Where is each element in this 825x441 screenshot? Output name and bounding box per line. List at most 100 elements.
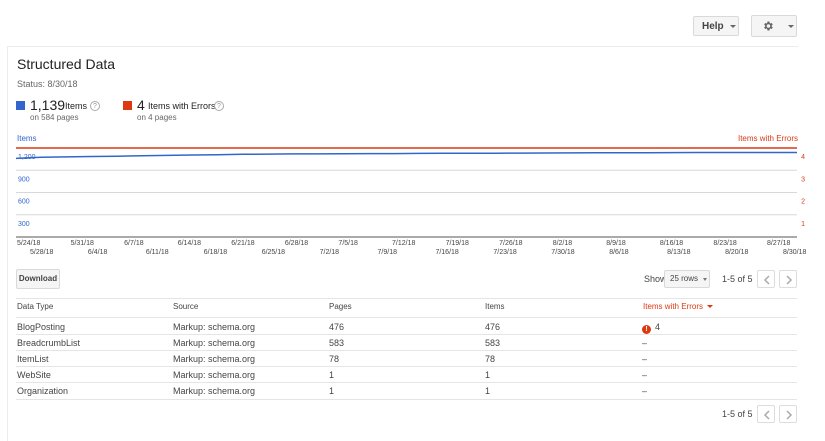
x-tick-label: 8/30/18 (783, 249, 806, 256)
y-left-tick-label: 300 (18, 221, 30, 228)
table-header-border (16, 317, 797, 318)
prev-page-button[interactable] (757, 270, 775, 288)
items-series-line (15, 151, 797, 160)
row-source: Markup: schema.org (173, 370, 256, 380)
row-pages: 583 (329, 338, 345, 348)
row-items: 78 (485, 354, 496, 364)
row-source: Markup: schema.org (173, 354, 256, 364)
x-tick-label: 8/13/18 (667, 249, 690, 256)
row-pages: 476 (329, 322, 345, 332)
chevron-right-icon (786, 275, 793, 285)
x-tick-label: 7/30/18 (551, 249, 574, 256)
top-bar: Help (0, 0, 825, 46)
help-button[interactable]: Help (693, 16, 739, 36)
x-tick-label: 6/14/18 (178, 240, 201, 247)
x-tick-label: 7/5/18 (338, 240, 358, 247)
x-tick-label: 7/2/18 (320, 249, 340, 256)
x-tick-label: 8/20/18 (725, 249, 748, 256)
status-text: Status: 8/30/18 (17, 79, 78, 89)
x-tick-label: 8/9/18 (606, 240, 626, 247)
x-tick-label: 8/6/18 (609, 249, 629, 256)
settings-button[interactable] (751, 15, 797, 37)
y-right-tick-label: 1 (801, 221, 805, 228)
header-data-type[interactable]: Data Type (17, 302, 53, 311)
row-errors: – (642, 354, 648, 364)
chevron-left-icon (763, 275, 770, 285)
page-range-bottom: 1-5 of 5 (722, 409, 753, 419)
items-sub: on 584 pages (30, 113, 79, 122)
table-row-border (16, 382, 797, 383)
rows-per-page-select[interactable]: 25 rows (664, 270, 710, 288)
header-source[interactable]: Source (173, 302, 198, 311)
table-row-border (16, 350, 797, 351)
table-bottom-border (16, 399, 797, 400)
x-tick-label: 6/18/18 (204, 249, 227, 256)
page-title: Structured Data (17, 56, 116, 72)
sort-desc-icon (707, 305, 714, 309)
x-tick-label: 8/23/18 (713, 240, 736, 247)
gear-icon (764, 21, 773, 31)
row-data-type[interactable]: BreadcrumbList (17, 338, 80, 348)
row-items: 1 (485, 386, 491, 396)
row-items: 476 (485, 322, 501, 332)
y-left-tick-label: 900 (18, 176, 30, 183)
next-page-button[interactable] (779, 405, 797, 423)
table-top-border (16, 298, 797, 299)
row-source: Markup: schema.org (173, 322, 256, 332)
header-pages[interactable]: Pages (329, 302, 352, 311)
row-data-type[interactable]: ItemList (17, 354, 49, 364)
help-icon[interactable]: ? (90, 101, 100, 111)
row-errors: – (642, 386, 648, 396)
help-button-label: Help (702, 21, 724, 32)
row-data-type[interactable]: BlogPosting (17, 322, 65, 332)
items-count: 1,139 (30, 97, 66, 113)
rows-per-page-value: 25 rows (670, 274, 699, 283)
table-row-border (16, 334, 797, 335)
row-errors-count: 4 (655, 322, 661, 332)
x-tick-label: 7/23/18 (493, 249, 516, 256)
x-tick-label: 6/11/18 (146, 249, 169, 256)
errors-count: 4 (137, 97, 145, 113)
row-source: Markup: schema.org (173, 338, 256, 348)
row-data-type[interactable]: WebSite (17, 370, 51, 380)
row-pages: 1 (329, 370, 335, 380)
y-right-tick-label: 3 (801, 176, 805, 183)
chevron-down-icon (788, 25, 794, 28)
header-items[interactable]: Items (485, 302, 505, 311)
x-tick-label: 5/24/18 (17, 240, 40, 247)
x-tick-label: 6/7/18 (124, 240, 144, 247)
x-tick-label: 6/28/18 (285, 240, 308, 247)
errors-sub: on 4 pages (137, 113, 177, 122)
y-right-tick-label: 2 (801, 199, 805, 206)
x-tick-label: 5/28/18 (30, 249, 53, 256)
x-tick-label: 7/16/18 (435, 249, 458, 256)
table-row-border (16, 366, 797, 367)
x-tick-label: 8/27/18 (767, 240, 790, 247)
help-icon[interactable]: ? (214, 101, 224, 111)
x-tick-label: 7/9/18 (378, 249, 398, 256)
items-swatch[interactable] (16, 101, 25, 110)
y-right-tick-label: 4 (801, 154, 805, 161)
x-tick-label: 7/26/18 (499, 240, 522, 247)
row-errors: ! 4 (642, 322, 660, 334)
row-pages: 1 (329, 386, 335, 396)
x-tick-label: 8/16/18 (660, 240, 683, 247)
row-items: 1 (485, 370, 491, 380)
row-errors: – (642, 338, 648, 348)
next-page-button[interactable] (779, 270, 797, 288)
chevron-down-icon (703, 278, 707, 281)
prev-page-button[interactable] (757, 405, 775, 423)
row-data-type[interactable]: Organization (17, 386, 68, 396)
x-tick-label: 6/4/18 (88, 249, 108, 256)
header-items-with-errors[interactable]: Items with Errors (643, 302, 714, 311)
header-items-with-errors-label: Items with Errors (643, 302, 704, 311)
line-chart[interactable]: 1,20090060030043215/24/18 5/31/18 6/7/18 6/… (0, 130, 825, 260)
x-tick-label: 6/25/18 (262, 249, 285, 256)
x-tick-label: 5/31/18 (71, 240, 94, 247)
x-tick-label: 8/2/18 (553, 240, 573, 247)
download-button[interactable]: Download (16, 269, 60, 289)
errors-swatch[interactable] (123, 101, 132, 110)
items-label: Items (65, 101, 88, 111)
error-icon: ! (642, 325, 651, 334)
x-tick-label: 7/12/18 (392, 240, 415, 247)
